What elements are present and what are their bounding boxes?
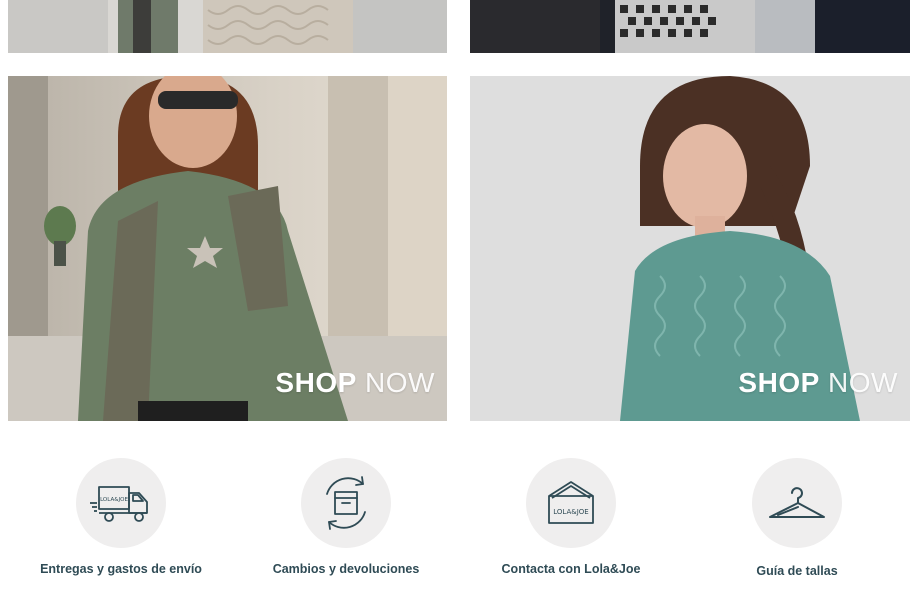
promo-photo-houndstooth-scarf	[470, 0, 910, 53]
shop-now-label: SHOP NOW	[275, 367, 435, 399]
shop-now-thin: NOW	[819, 367, 898, 398]
house-contact-icon: LOLA&JOE	[548, 481, 594, 524]
service-icon-circle: LOLA&JOE	[526, 458, 616, 548]
shop-now-bold: SHOP	[275, 367, 357, 398]
hanger-icon	[769, 487, 825, 518]
service-label: Guía de tallas	[756, 564, 838, 578]
promo-tile-green-sweater[interactable]: SHOP NOW	[8, 76, 447, 421]
promo-tile-mint-knit[interactable]: SHOP NOW	[470, 76, 910, 421]
promo-tile-top-right[interactable]	[470, 0, 910, 53]
promo-tile-top-left[interactable]	[8, 0, 447, 53]
promo-photo-knit-scarf	[8, 0, 447, 53]
truck-brand-text: LOLA&JOE	[100, 497, 128, 503]
service-label: Contacta con Lola&Joe	[501, 562, 641, 576]
shop-now-label: SHOP NOW	[738, 367, 898, 399]
service-icon-circle	[752, 458, 842, 548]
service-label: Entregas y gastos de envío	[40, 562, 202, 576]
services-row: LOLA&JOE Entregas y gastos de envío Camb…	[0, 440, 918, 612]
service-icon-circle	[301, 458, 391, 548]
service-contact[interactable]: LOLA&JOE Contacta con Lola&Joe	[458, 458, 684, 576]
delivery-truck-icon: LOLA&JOE	[90, 486, 148, 522]
shop-now-bold: SHOP	[738, 367, 820, 398]
shop-now-thin: NOW	[356, 367, 435, 398]
service-size-guide[interactable]: Guía de tallas	[684, 458, 910, 578]
service-label: Cambios y devoluciones	[272, 562, 420, 576]
service-icon-circle: LOLA&JOE	[76, 458, 166, 548]
house-brand-text: LOLA&JOE	[553, 508, 588, 516]
service-shipping[interactable]: LOLA&JOE Entregas y gastos de envío	[8, 458, 234, 576]
return-box-icon	[326, 476, 366, 530]
service-returns[interactable]: Cambios y devoluciones	[233, 458, 459, 576]
